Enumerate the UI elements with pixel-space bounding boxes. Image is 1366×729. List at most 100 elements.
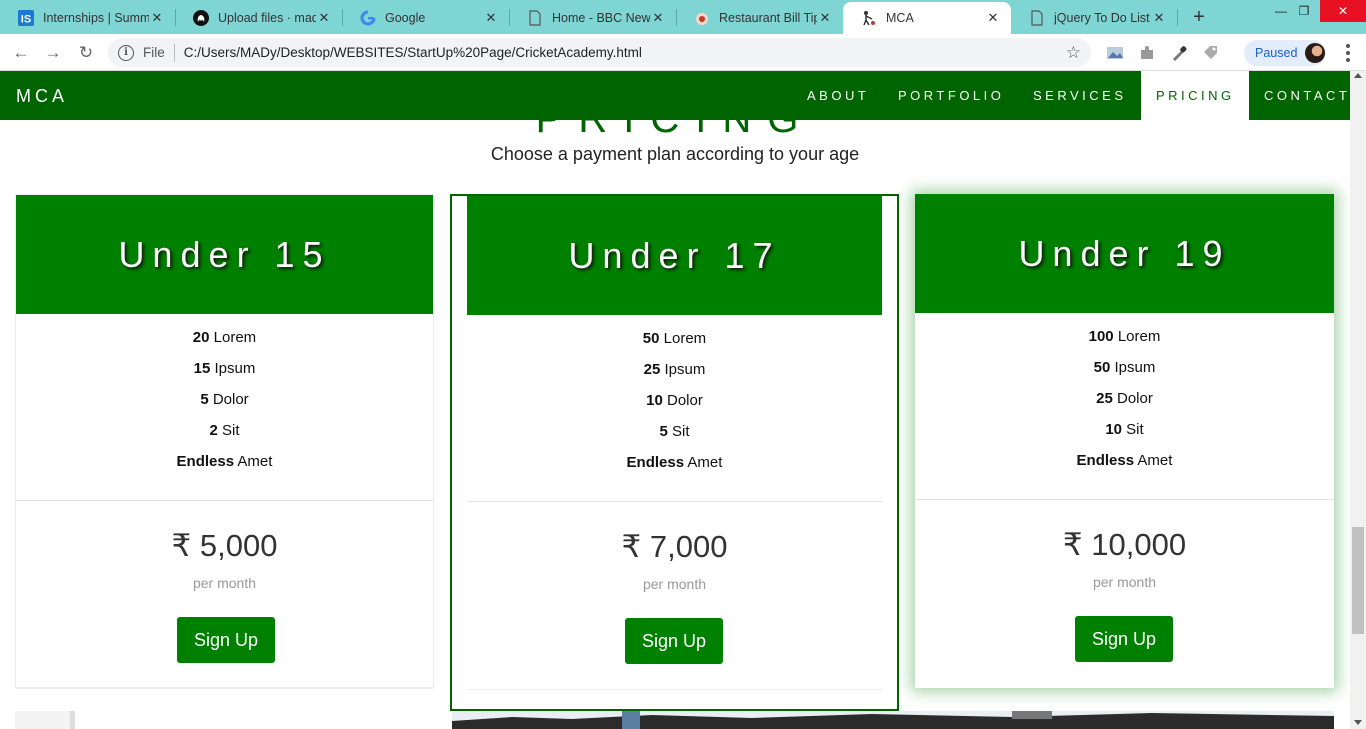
pricing-card-inner: Under 17 50 Lorem 25 Ipsum 10 Dolor 5 Si… [467,196,882,709]
feature-item: 100 Lorem [915,328,1334,359]
divider [915,499,1334,500]
site-brand[interactable]: MCA [16,86,68,107]
scrollbar-thumb[interactable] [1352,527,1364,634]
plan-price: ₹ 10,000 [1062,527,1187,562]
browser-tab[interactable]: IS Internships | Summ ✕ [0,2,175,34]
feature-value: Endless [626,454,685,471]
feature-label: Ipsum [664,361,706,378]
internshala-icon: IS [18,10,34,26]
tab-title: MCA [886,11,914,25]
plan-period: per month [192,575,257,591]
nav-services[interactable]: SERVICES [1033,71,1127,120]
scheme-label: File [143,45,165,60]
feature-label: Lorem [663,330,707,347]
feature-item: 15 Ipsum [16,360,433,391]
feature-item: 50 Ipsum [915,359,1334,390]
nav-portfolio[interactable]: PORTFOLIO [898,71,1004,120]
feature-value: 10 [646,392,663,409]
tab-title: jQuery To Do List [1054,11,1150,25]
page-scrollbar[interactable] [1350,71,1366,729]
feature-value: 50 [642,330,660,347]
pricing-card-featured: Under 17 50 Lorem 25 Ipsum 10 Dolor 5 Si… [450,194,899,711]
browser-tab[interactable]: Google ✕ [342,2,509,34]
tab-title: Google [385,11,426,25]
window-close-icon[interactable]: ✕ [1320,0,1366,22]
reload-icon[interactable]: ↻ [73,40,99,66]
extension-puzzle-icon[interactable] [1137,43,1157,63]
url-text[interactable]: C:/Users/MADy/Desktop/WEBSITES/StartUp%2… [184,45,1066,60]
document-icon [527,10,543,26]
browser-tab[interactable]: jQuery To Do List ✕ [1011,2,1177,34]
close-icon[interactable]: ✕ [483,10,499,26]
close-icon[interactable]: ✕ [316,10,332,26]
sign-up-button[interactable]: Sign Up [625,618,723,664]
feature-list: 50 Lorem 25 Ipsum 10 Dolor 5 Sit Endless… [467,330,882,485]
feature-value: 20 [192,329,210,346]
browser-toolbar: ← → ↻ i File C:/Users/MADy/Desktop/WEBSI… [0,34,1366,71]
avatar [1305,43,1326,63]
sign-up-button[interactable]: Sign Up [1075,616,1173,662]
browser-tab-active[interactable]: MCA ✕ [843,2,1011,34]
back-icon[interactable]: ← [8,40,34,66]
feature-value: Endless [1076,452,1135,469]
close-icon[interactable]: ✕ [149,10,165,26]
browser-tab[interactable]: Upload files · madh ✕ [175,2,342,34]
card-footer [16,688,433,689]
profile-button[interactable]: Paused [1244,40,1326,66]
feature-value: 25 [643,361,661,378]
nav-about[interactable]: ABOUT [807,71,869,120]
forward-icon[interactable]: → [40,40,66,66]
feature-label: Ipsum [1114,359,1156,376]
cricket-icon [861,10,877,26]
feature-label: Lorem [1117,328,1161,345]
extension-tag-icon[interactable] [1201,43,1221,63]
extension-image-icon[interactable] [1105,43,1125,63]
feature-label: Sit [1126,421,1144,438]
sign-up-button[interactable]: Sign Up [177,617,275,663]
feature-label: Amet [687,454,723,471]
bookmark-star-icon[interactable]: ☆ [1066,43,1081,63]
feature-item: 20 Lorem [16,329,433,360]
nav-contact[interactable]: CONTACT [1264,71,1350,120]
scroll-down-icon[interactable] [1354,720,1362,725]
feature-item: 5 Dolor [16,391,433,422]
info-icon[interactable]: i [118,44,134,61]
next-section-preview [0,711,1350,729]
plan-title: Under 15 [16,195,433,314]
close-icon[interactable]: ✕ [985,10,1001,26]
stadium-photo [452,711,1334,729]
card-footer [467,689,882,690]
browser-tab[interactable]: Home - BBC News ✕ [509,2,676,34]
site-navbar: MCA ABOUT PORTFOLIO SERVICES PRICING CON… [0,71,1350,120]
nav-pricing[interactable]: PRICING [1141,71,1249,120]
scroll-up-icon[interactable] [1354,73,1362,78]
feature-value: 100 [1088,328,1114,345]
tab-title: Internships | Summ [43,11,149,25]
more-menu-icon[interactable] [1338,43,1358,63]
stadium-photo-left [15,711,75,729]
new-tab-icon[interactable]: + [1188,6,1210,28]
feature-label: Amet [237,453,273,470]
plan-period: per month [642,576,707,592]
feature-item: 50 Lorem [467,330,882,361]
feature-item: Endless Amet [467,454,882,485]
close-icon[interactable]: ✕ [817,10,833,26]
feature-label: Sit [222,422,240,439]
close-icon[interactable]: ✕ [1151,10,1167,26]
feature-item: 10 Dolor [467,392,882,423]
section-subtitle: Choose a payment plan according to your … [490,144,860,164]
feature-label: Ipsum [214,360,256,377]
extension-eyedropper-icon[interactable] [1169,43,1189,63]
address-bar[interactable]: i File C:/Users/MADy/Desktop/WEBSITES/St… [108,38,1091,67]
page-viewport: PRICING Choose a payment plan according … [0,71,1350,729]
feature-item: Endless Amet [16,453,433,484]
feature-value: 50 [1093,359,1111,376]
feature-list: 20 Lorem 15 Ipsum 5 Dolor 2 Sit Endless … [16,329,433,484]
tab-title: Restaurant Bill Tip C [719,11,817,25]
close-icon[interactable]: ✕ [650,10,666,26]
feature-label: Dolor [667,392,703,409]
browser-tab[interactable]: Restaurant Bill Tip C ✕ [676,2,843,34]
plan-title: Under 19 [915,194,1334,313]
tab-divider [1177,9,1178,26]
feature-list: 100 Lorem 50 Ipsum 25 Dolor 10 Sit Endle… [915,328,1334,483]
